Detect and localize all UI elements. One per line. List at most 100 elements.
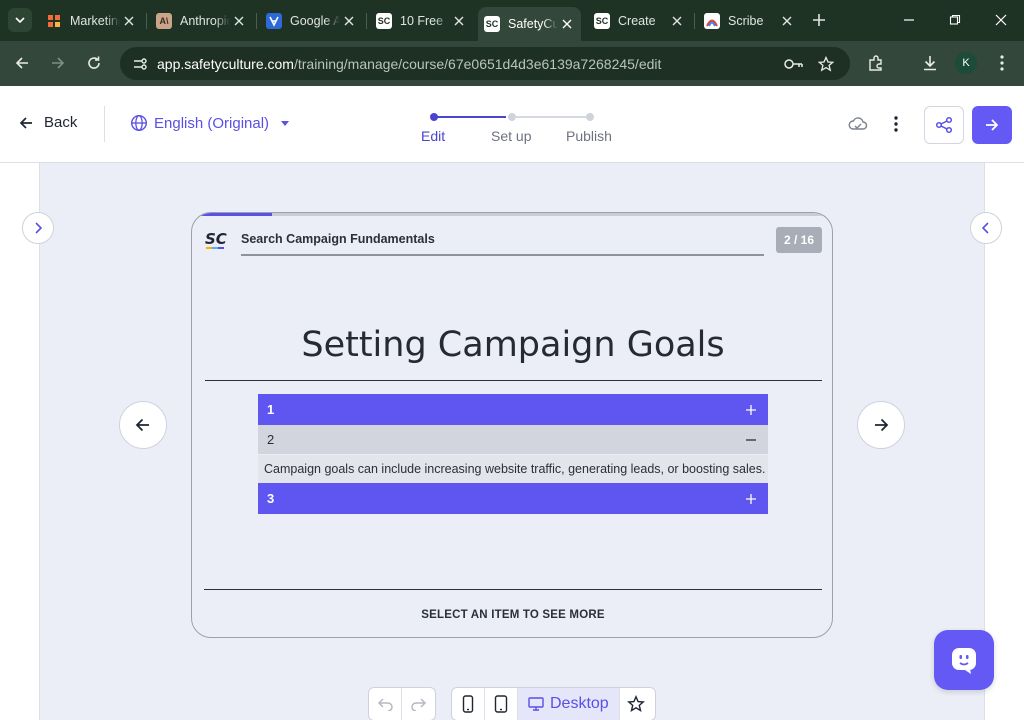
- close-icon[interactable]: [231, 13, 247, 29]
- step-dot-publish: [586, 113, 594, 121]
- more-options-button[interactable]: [884, 112, 908, 136]
- slide-title: Setting Campaign Goals: [301, 325, 725, 365]
- safetyculture-favicon-icon: SC: [376, 12, 392, 29]
- plus-icon: [744, 492, 758, 506]
- minimize-icon: [904, 19, 914, 21]
- caret-down-icon: [281, 121, 290, 126]
- chevron-left-icon: [981, 222, 989, 234]
- previous-slide-button[interactable]: [119, 401, 167, 449]
- history-controls: [368, 687, 436, 720]
- browser-tab-bar: Marketing A\ Anthropic Google Ads SC 10 …: [0, 0, 1024, 41]
- course-title: Search Campaign Fundamentals: [241, 232, 435, 246]
- close-window-button[interactable]: [989, 8, 1013, 32]
- safetyculture-favicon-icon: SC: [484, 16, 500, 32]
- accordion-item-1[interactable]: 1: [258, 394, 768, 425]
- language-label: English (Original): [154, 114, 270, 132]
- plus-icon: [813, 14, 825, 26]
- accordion-label: 2: [267, 432, 275, 447]
- back-button[interactable]: Back: [18, 114, 77, 131]
- address-bar[interactable]: app.safetyculture.com/training/manage/co…: [120, 47, 850, 80]
- lesson-progress-fill: [192, 213, 273, 216]
- chevron-down-icon: [15, 17, 25, 24]
- tablet-view-button[interactable]: [485, 688, 518, 720]
- mobile-view-button[interactable]: [452, 688, 485, 720]
- divider: [241, 254, 764, 256]
- lesson-progress-bar: [192, 213, 832, 216]
- arrow-right-icon: [52, 57, 65, 69]
- close-icon[interactable]: [559, 16, 575, 32]
- google-ads-favicon-icon: [266, 12, 282, 29]
- extensions-button[interactable]: [864, 51, 888, 75]
- tab-search-button[interactable]: [8, 8, 32, 32]
- share-button[interactable]: [924, 106, 964, 144]
- next-slide-button[interactable]: [857, 401, 905, 449]
- browser-tab[interactable]: SC Create: [588, 7, 691, 34]
- step-setup[interactable]: Set up: [491, 128, 531, 144]
- undo-button[interactable]: [369, 688, 402, 720]
- browser-toolbar: app.safetyculture.com/training/manage/co…: [0, 41, 1024, 86]
- chevron-right-icon: [35, 222, 43, 234]
- monitor-icon: [528, 697, 544, 711]
- close-icon[interactable]: [451, 13, 467, 29]
- grid-favicon-icon: [46, 13, 62, 29]
- bookmark-star-icon[interactable]: [814, 52, 838, 76]
- kebab-menu-icon: [894, 116, 898, 132]
- expand-left-panel-button[interactable]: [22, 212, 54, 244]
- chat-support-button[interactable]: [934, 630, 994, 690]
- globe-icon: [130, 114, 148, 132]
- step-dot-edit: [430, 113, 438, 121]
- step-edit[interactable]: Edit: [421, 128, 445, 144]
- close-icon[interactable]: [669, 13, 685, 29]
- site-info-icon[interactable]: [128, 52, 152, 76]
- desktop-view-label: Desktop: [550, 695, 609, 712]
- browser-menu-button[interactable]: [990, 51, 1014, 75]
- header-divider: [104, 106, 105, 142]
- expand-right-panel-button[interactable]: [970, 212, 1002, 244]
- close-icon[interactable]: [779, 13, 795, 29]
- accordion-item-3[interactable]: 3: [258, 483, 768, 514]
- logo-text: SC: [205, 230, 227, 248]
- close-icon[interactable]: [341, 13, 357, 29]
- redo-button[interactable]: [402, 688, 435, 720]
- step-dot-setup: [508, 113, 516, 121]
- safetyculture-logo: SC: [205, 230, 227, 249]
- reload-button[interactable]: [82, 51, 106, 75]
- browser-tab-active[interactable]: SC SafetyCulture: [478, 7, 581, 41]
- step-publish[interactable]: Publish: [566, 128, 612, 144]
- back-label: Back: [44, 114, 78, 131]
- language-selector[interactable]: English (Original): [130, 114, 291, 132]
- browser-tab[interactable]: A\ Anthropic: [150, 7, 253, 34]
- undo-icon: [377, 698, 393, 711]
- profile-avatar[interactable]: K: [955, 52, 977, 74]
- browser-tab[interactable]: Scribe: [698, 7, 801, 34]
- next-step-button[interactable]: [972, 106, 1012, 144]
- accordion-item-2[interactable]: 2: [258, 425, 768, 454]
- arrow-right-icon: [875, 418, 889, 432]
- browser-tab[interactable]: SC 10 Free: [370, 7, 473, 34]
- arrow-left-icon: [135, 418, 149, 432]
- left-panel-collapsed: [0, 163, 40, 720]
- downloads-button[interactable]: [918, 51, 942, 75]
- browser-tab[interactable]: Marketing: [40, 7, 143, 34]
- accordion-content: Campaign goals can include increasing we…: [258, 455, 768, 483]
- tab-label: Marketing: [70, 13, 120, 28]
- browser-back-button[interactable]: [10, 51, 34, 75]
- phone-icon: [462, 695, 474, 713]
- close-icon[interactable]: [121, 13, 137, 29]
- safetyculture-favicon-icon: SC: [594, 12, 610, 29]
- scribe-favicon-icon: [704, 12, 720, 29]
- restore-button[interactable]: [943, 8, 967, 32]
- arrow-left-icon: [15, 57, 28, 69]
- browser-tab[interactable]: Google Ads: [260, 7, 363, 34]
- minimize-button[interactable]: [897, 8, 921, 32]
- page-indicator: 2 / 16: [776, 227, 822, 253]
- reload-icon: [88, 56, 100, 69]
- tab-label: Create: [618, 13, 656, 28]
- favorite-button[interactable]: [620, 688, 653, 720]
- new-tab-button[interactable]: [808, 9, 830, 31]
- url-path: /training/manage/course/67e0651d4d3e6139…: [293, 56, 662, 72]
- chat-bot-icon: [952, 648, 976, 674]
- password-key-icon[interactable]: [782, 52, 806, 76]
- browser-forward-button[interactable]: [46, 51, 70, 75]
- desktop-view-button[interactable]: Desktop: [518, 688, 620, 720]
